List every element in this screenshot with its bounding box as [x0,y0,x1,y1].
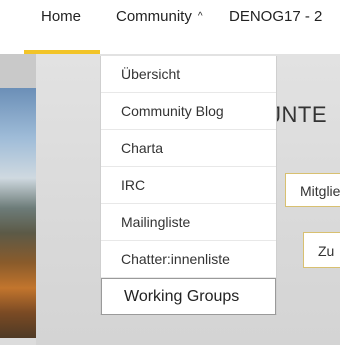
chevron-up-icon: ^ [197,11,203,22]
nav-community-link[interactable]: Community ^ [116,8,203,25]
menu-item-label: Übersicht [121,66,181,82]
menu-item-label: Community Blog [121,103,224,119]
menu-item-mailingliste[interactable]: Mailingliste [101,204,276,241]
active-nav-indicator [24,50,100,54]
menu-item-label: IRC [121,177,146,193]
hero-landscape-photo [0,88,36,338]
nav-denog-link[interactable]: DENOG17 - 2 [229,8,322,25]
menu-item-charta[interactable]: Charta [101,130,276,167]
menu-item-label: Working Groups [124,288,240,305]
top-navigation: Home Community ^ DENOG17 - 2 [0,0,340,54]
hero-headline: JNTE [270,102,327,127]
menu-item-label: Mailingliste [121,214,191,230]
menu-item-community-blog[interactable]: Community Blog [101,93,276,130]
mitglied-button[interactable]: Mitglie [285,173,340,207]
nav-home-link[interactable]: Home [41,8,81,25]
menu-item-label: Charta [121,140,164,156]
menu-item-label: Chatter:innenliste [121,251,230,267]
nav-community-label: Community [116,8,192,25]
zu-button[interactable]: Zu [303,232,340,268]
hero-photo-top [0,54,36,88]
menu-item-chatterinnenliste[interactable]: Chatter:innenliste [101,241,276,278]
community-dropdown-menu: Übersicht Community Blog Charta IRC Mail… [100,56,277,315]
menu-item-uebersicht[interactable]: Übersicht [101,56,276,93]
menu-item-irc[interactable]: IRC [101,167,276,204]
menu-item-working-groups[interactable]: Working Groups [101,278,276,315]
